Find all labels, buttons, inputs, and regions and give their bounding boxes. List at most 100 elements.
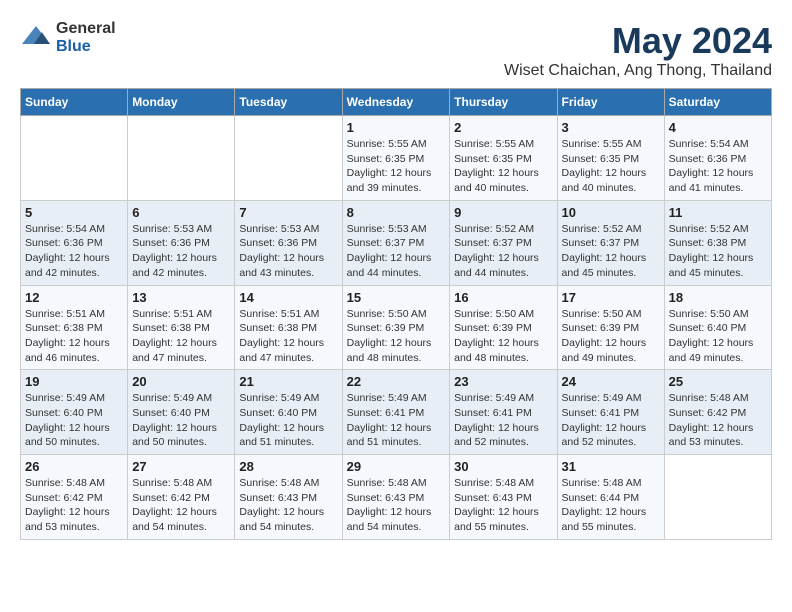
calendar-cell: 13Sunrise: 5:51 AM Sunset: 6:38 PM Dayli… [128, 285, 235, 370]
day-number: 9 [454, 205, 552, 220]
calendar-cell: 4Sunrise: 5:54 AM Sunset: 6:36 PM Daylig… [664, 116, 771, 201]
day-info: Sunrise: 5:48 AM Sunset: 6:43 PM Dayligh… [454, 476, 552, 535]
calendar-cell: 9Sunrise: 5:52 AM Sunset: 6:37 PM Daylig… [450, 200, 557, 285]
calendar-week-row: 5Sunrise: 5:54 AM Sunset: 6:36 PM Daylig… [21, 200, 772, 285]
logo-blue: Blue [56, 38, 116, 56]
day-number: 31 [562, 459, 660, 474]
day-number: 21 [239, 374, 337, 389]
day-info: Sunrise: 5:52 AM Sunset: 6:38 PM Dayligh… [669, 222, 767, 281]
day-info: Sunrise: 5:53 AM Sunset: 6:37 PM Dayligh… [347, 222, 446, 281]
day-number: 26 [25, 459, 123, 474]
calendar-cell: 30 Sunrise: 5:48 AM Sunset: 6:43 PM Dayli… [450, 455, 557, 540]
day-info: Sunrise: 5:52 AM Sunset: 6:37 PM Dayligh… [562, 222, 660, 281]
weekday-header-thursday: Thursday [450, 89, 557, 116]
day-number: 14 [239, 290, 337, 305]
logo-icon [20, 24, 52, 52]
day-info: Sunrise: 5:50 AM Sunset: 6:40 PM Dayligh… [669, 307, 767, 366]
page-header: General Blue May 2024 Wiset Chaichan, An… [20, 20, 772, 80]
calendar-cell: 2 Sunrise: 5:55 AM Sunset: 6:35 PM Daylig… [450, 116, 557, 201]
day-info: Sunrise: 5:48 AM Sunset: 6:43 PM Dayligh… [347, 476, 446, 535]
day-info: Sunrise: 5:49 AM Sunset: 6:41 PM Dayligh… [347, 391, 446, 450]
day-info: Sunrise: 5:55 AM Sunset: 6:35 PM Dayligh… [454, 137, 552, 196]
calendar-cell: 17 Sunrise: 5:50 AM Sunset: 6:39 PM Dayli… [557, 285, 664, 370]
calendar-week-row: 19 Sunrise: 5:49 AM Sunset: 6:40 PM Dayli… [21, 370, 772, 455]
day-info: Sunrise: 5:49 AM Sunset: 6:41 PM Dayligh… [562, 391, 660, 450]
day-info: Sunrise: 5:48 AM Sunset: 6:42 PM Dayligh… [132, 476, 230, 535]
day-info: Sunrise: 5:53 AM Sunset: 6:36 PM Dayligh… [132, 222, 230, 281]
day-number: 25 [669, 374, 767, 389]
day-number: 27 [132, 459, 230, 474]
day-number: 12 [25, 290, 123, 305]
day-info: Sunrise: 5:51 AM Sunset: 6:38 PM Dayligh… [25, 307, 123, 366]
day-info: Sunrise: 5:49 AM Sunset: 6:40 PM Dayligh… [132, 391, 230, 450]
day-number: 29 [347, 459, 446, 474]
day-info: Sunrise: 5:53 AM Sunset: 6:36 PM Dayligh… [239, 222, 337, 281]
day-number: 28 [239, 459, 337, 474]
day-info: Sunrise: 5:48 AM Sunset: 6:44 PM Dayligh… [562, 476, 660, 535]
calendar-cell: 23 Sunrise: 5:49 AM Sunset: 6:41 PM Dayli… [450, 370, 557, 455]
day-info: Sunrise: 5:50 AM Sunset: 6:39 PM Dayligh… [562, 307, 660, 366]
calendar-cell: 11 Sunrise: 5:52 AM Sunset: 6:38 PM Dayli… [664, 200, 771, 285]
day-info: Sunrise: 5:49 AM Sunset: 6:40 PM Dayligh… [25, 391, 123, 450]
calendar-cell: 27 Sunrise: 5:48 AM Sunset: 6:42 PM Dayli… [128, 455, 235, 540]
day-number: 23 [454, 374, 552, 389]
calendar-cell: 12 Sunrise: 5:51 AM Sunset: 6:38 PM Dayli… [21, 285, 128, 370]
day-info: Sunrise: 5:48 AM Sunset: 6:42 PM Dayligh… [25, 476, 123, 535]
day-info: Sunrise: 5:51 AM Sunset: 6:38 PM Dayligh… [239, 307, 337, 366]
weekday-header-sunday: Sunday [21, 89, 128, 116]
calendar-cell: 22 Sunrise: 5:49 AM Sunset: 6:41 PM Dayli… [342, 370, 450, 455]
weekday-header-monday: Monday [128, 89, 235, 116]
logo-general: General [56, 20, 116, 38]
day-number: 30 [454, 459, 552, 474]
calendar-cell: 7 Sunrise: 5:53 AM Sunset: 6:36 PM Daylig… [235, 200, 342, 285]
day-number: 22 [347, 374, 446, 389]
day-info: Sunrise: 5:49 AM Sunset: 6:40 PM Dayligh… [239, 391, 337, 450]
logo: General Blue [20, 20, 116, 55]
calendar-cell: 25 Sunrise: 5:48 AM Sunset: 6:42 PM Dayli… [664, 370, 771, 455]
day-info: Sunrise: 5:48 AM Sunset: 6:42 PM Dayligh… [669, 391, 767, 450]
day-info: Sunrise: 5:50 AM Sunset: 6:39 PM Dayligh… [347, 307, 446, 366]
day-number: 6 [132, 205, 230, 220]
day-number: 16 [454, 290, 552, 305]
calendar-cell: 26 Sunrise: 5:48 AM Sunset: 6:42 PM Dayli… [21, 455, 128, 540]
calendar-header-row: SundayMondayTuesdayWednesdayThursdayFrid… [21, 89, 772, 116]
day-number: 1 [347, 120, 446, 135]
day-info: Sunrise: 5:49 AM Sunset: 6:41 PM Dayligh… [454, 391, 552, 450]
calendar-week-row: 26 Sunrise: 5:48 AM Sunset: 6:42 PM Dayli… [21, 455, 772, 540]
calendar-cell [664, 455, 771, 540]
calendar-cell: 29 Sunrise: 5:48 AM Sunset: 6:43 PM Dayli… [342, 455, 450, 540]
calendar-cell: 16 Sunrise: 5:50 AM Sunset: 6:39 PM Dayli… [450, 285, 557, 370]
calendar-cell: 8Sunrise: 5:53 AM Sunset: 6:37 PM Daylig… [342, 200, 450, 285]
day-number: 18 [669, 290, 767, 305]
calendar-table: SundayMondayTuesdayWednesdayThursdayFrid… [20, 88, 772, 540]
calendar-cell: 28 Sunrise: 5:48 AM Sunset: 6:43 PM Dayli… [235, 455, 342, 540]
day-number: 7 [239, 205, 337, 220]
day-number: 11 [669, 205, 767, 220]
weekday-header-friday: Friday [557, 89, 664, 116]
day-number: 2 [454, 120, 552, 135]
calendar-cell: 18 Sunrise: 5:50 AM Sunset: 6:40 PM Dayli… [664, 285, 771, 370]
title-block: May 2024 Wiset Chaichan, Ang Thong, Thai… [504, 20, 772, 80]
main-title: May 2024 [504, 20, 772, 62]
day-number: 3 [562, 120, 660, 135]
day-info: Sunrise: 5:48 AM Sunset: 6:43 PM Dayligh… [239, 476, 337, 535]
day-info: Sunrise: 5:51 AM Sunset: 6:38 PM Dayligh… [132, 307, 230, 366]
calendar-cell: 20Sunrise: 5:49 AM Sunset: 6:40 PM Dayli… [128, 370, 235, 455]
day-number: 17 [562, 290, 660, 305]
calendar-week-row: 12 Sunrise: 5:51 AM Sunset: 6:38 PM Dayli… [21, 285, 772, 370]
calendar-cell: 5Sunrise: 5:54 AM Sunset: 6:36 PM Daylig… [21, 200, 128, 285]
calendar-cell [128, 116, 235, 201]
calendar-cell: 14 Sunrise: 5:51 AM Sunset: 6:38 PM Dayli… [235, 285, 342, 370]
calendar-cell: 19 Sunrise: 5:49 AM Sunset: 6:40 PM Dayli… [21, 370, 128, 455]
day-number: 19 [25, 374, 123, 389]
calendar-cell: 21 Sunrise: 5:49 AM Sunset: 6:40 PM Dayli… [235, 370, 342, 455]
calendar-cell: 24Sunrise: 5:49 AM Sunset: 6:41 PM Dayli… [557, 370, 664, 455]
calendar-cell [235, 116, 342, 201]
day-info: Sunrise: 5:55 AM Sunset: 6:35 PM Dayligh… [562, 137, 660, 196]
calendar-cell: 10Sunrise: 5:52 AM Sunset: 6:37 PM Dayli… [557, 200, 664, 285]
day-info: Sunrise: 5:54 AM Sunset: 6:36 PM Dayligh… [25, 222, 123, 281]
day-info: Sunrise: 5:50 AM Sunset: 6:39 PM Dayligh… [454, 307, 552, 366]
calendar-cell: 15 Sunrise: 5:50 AM Sunset: 6:39 PM Dayli… [342, 285, 450, 370]
calendar-cell: 1Sunrise: 5:55 AM Sunset: 6:35 PM Daylig… [342, 116, 450, 201]
day-number: 15 [347, 290, 446, 305]
